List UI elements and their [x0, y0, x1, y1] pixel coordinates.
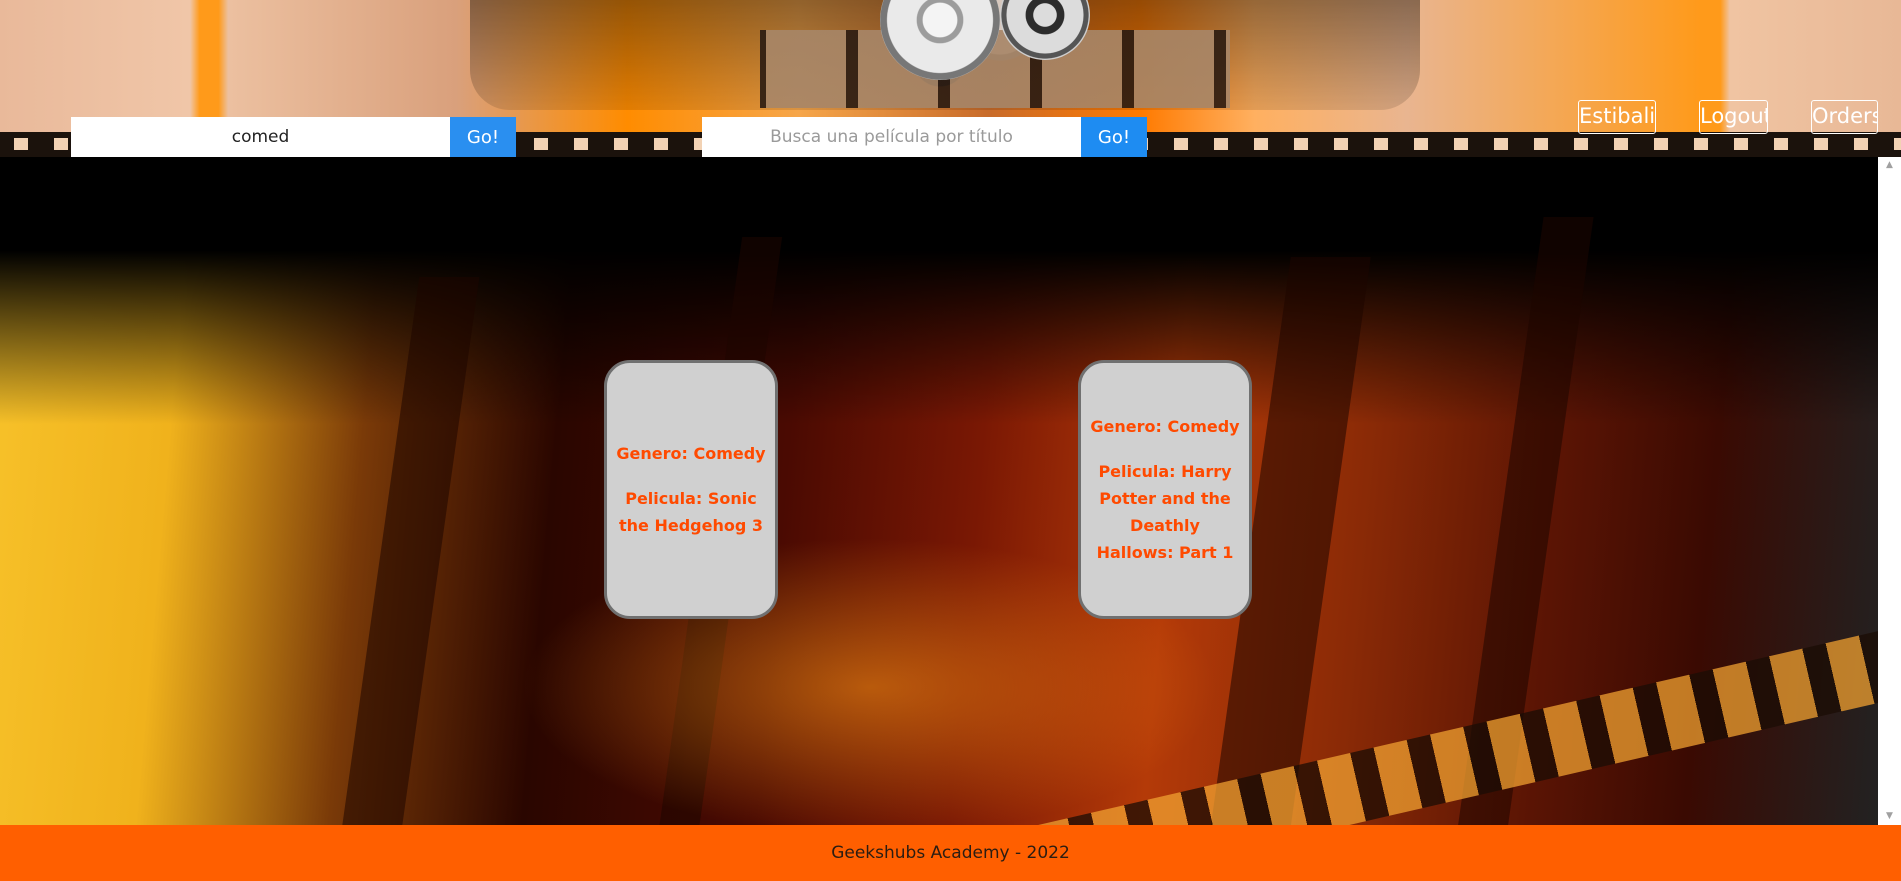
movie-card-title: Pelicula: Sonic the Hedgehog 3 — [619, 489, 763, 535]
scroll-up-arrow-icon[interactable]: ▲ — [1878, 157, 1901, 174]
nav-logout-link[interactable]: Logout — [1699, 100, 1768, 134]
results-area: Genero: Comedy Pelicula: Sonic the Hedge… — [0, 157, 1878, 825]
background-streak — [340, 277, 480, 825]
nav-user-profile-link[interactable]: Estibaliz — [1578, 100, 1656, 134]
genre-search-button[interactable]: Go! — [450, 117, 516, 157]
genre-search-input[interactable] — [71, 117, 450, 157]
page: Go! Go! Estibaliz Logout Orders Genero: … — [0, 0, 1901, 881]
title-search-form: Go! — [702, 117, 1147, 157]
title-search-input[interactable] — [702, 117, 1081, 157]
vertical-scrollbar[interactable]: ▲ ▼ — [1878, 157, 1901, 825]
movie-card-genre: Genero: Comedy — [1090, 417, 1240, 436]
movie-card[interactable]: Genero: Comedy Pelicula: Harry Potter an… — [1078, 360, 1252, 619]
nav-orders-link[interactable]: Orders — [1811, 100, 1878, 134]
footer: Geekshubs Academy - 2022 — [0, 825, 1901, 881]
genre-search-form: Go! — [71, 117, 516, 157]
movie-card-title: Pelicula: Harry Potter and the Deathly H… — [1096, 462, 1234, 562]
scroll-down-arrow-icon[interactable]: ▼ — [1878, 808, 1901, 825]
title-search-button[interactable]: Go! — [1081, 117, 1147, 157]
header-banner: Go! Go! Estibaliz Logout Orders — [0, 0, 1901, 157]
movie-card[interactable]: Genero: Comedy Pelicula: Sonic the Hedge… — [604, 360, 778, 619]
movie-card-genre: Genero: Comedy — [616, 444, 766, 463]
footer-text: Geekshubs Academy - 2022 — [831, 843, 1070, 863]
